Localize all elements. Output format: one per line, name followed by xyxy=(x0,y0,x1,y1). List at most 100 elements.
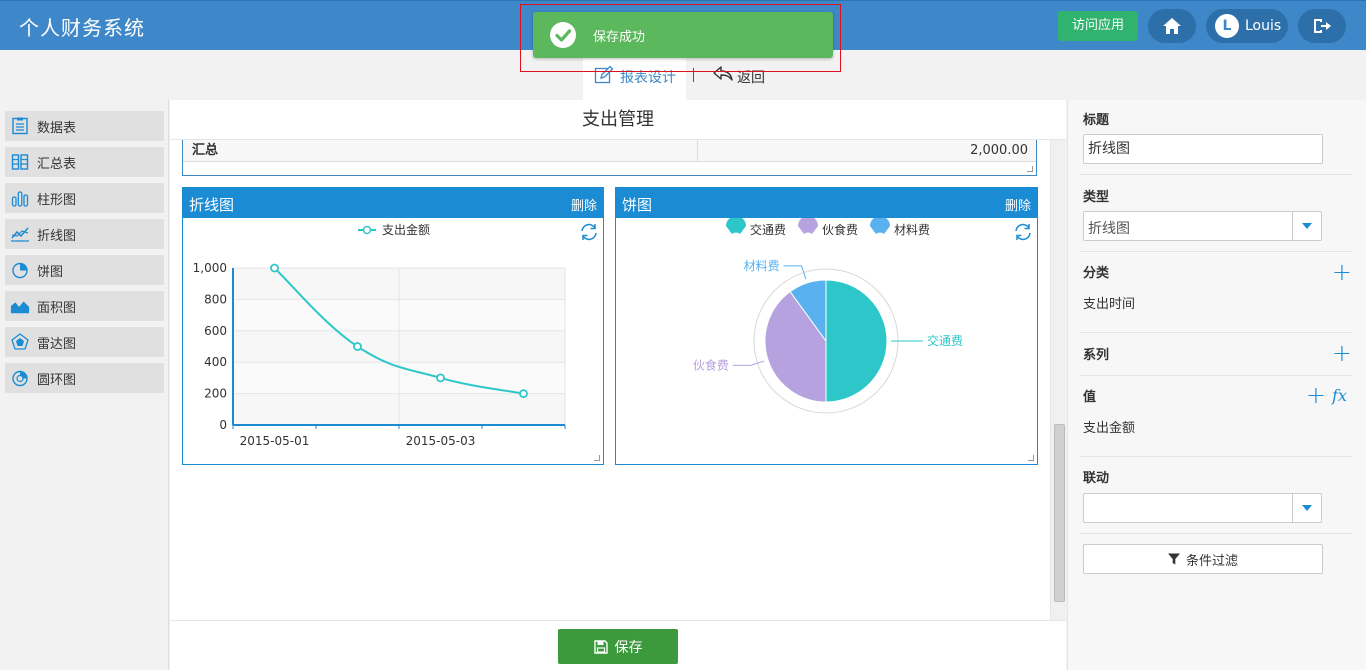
divider xyxy=(1080,375,1352,376)
y-tick-label: 1,000 xyxy=(193,261,227,275)
area-chart-icon xyxy=(10,296,30,316)
panel-header: 折线图 删除 xyxy=(183,188,603,218)
sidebar-item-bar-chart[interactable]: 柱形图 xyxy=(5,183,164,213)
add-value-plus-icon[interactable]: + xyxy=(1306,383,1326,407)
sidebar-item-pie-chart[interactable]: 饼图 xyxy=(5,255,164,285)
filter-button-label: 条件过滤 xyxy=(1185,553,1238,569)
y-tick-label: 400 xyxy=(204,355,227,369)
sidebar-item-label: 柱形图 xyxy=(37,192,77,208)
legend-label: 支出金额 xyxy=(382,222,430,237)
series-field-label: 系列 xyxy=(1083,348,1110,363)
sidebar-item-line-chart[interactable]: 折线图 xyxy=(5,219,164,249)
avatar: L xyxy=(1215,14,1239,38)
delete-button[interactable]: 删除 xyxy=(571,195,597,214)
panel-header: 饼图 删除 xyxy=(616,188,1037,218)
app-title: 个人财务系统 xyxy=(19,16,145,40)
legend-label: 伙食费 xyxy=(822,222,858,237)
panel-title: 饼图 xyxy=(622,196,653,214)
bar-chart-icon xyxy=(10,188,30,208)
data-point xyxy=(270,263,279,273)
resize-handle[interactable] xyxy=(1027,166,1033,172)
sidebar-item-label: 汇总表 xyxy=(37,156,77,172)
summary-label: 汇总 xyxy=(192,143,219,158)
resize-handle[interactable] xyxy=(1028,455,1034,461)
logout-button[interactable] xyxy=(1298,9,1346,43)
sidebar-item-radar-chart[interactable]: 雷达图 xyxy=(5,327,164,357)
legend-marker xyxy=(870,218,890,234)
resize-handle[interactable] xyxy=(594,455,600,461)
data-point xyxy=(519,389,528,399)
y-tick-label: 800 xyxy=(204,292,227,306)
type-select-value: 折线图 xyxy=(1088,221,1130,237)
legend-label: 材料费 xyxy=(894,223,930,237)
table-icon xyxy=(10,116,30,136)
radar-chart-icon xyxy=(10,332,30,352)
toast-message: 保存成功 xyxy=(593,30,646,45)
y-tick-label: 600 xyxy=(204,324,227,338)
divider xyxy=(1080,456,1352,457)
title-input[interactable]: 折线图 xyxy=(1083,134,1323,164)
sidebar-item-label: 圆环图 xyxy=(37,372,77,388)
line-chart-panel[interactable]: 折线图 删除 支出金额 0 200 400 600 800 1,000 2015-05-01 2… xyxy=(182,187,604,465)
data-point xyxy=(353,342,362,351)
sidebar-item-donut-chart[interactable]: 圆环图 xyxy=(5,363,164,393)
sidebar-item-area-chart[interactable]: 面积图 xyxy=(5,291,164,321)
type-select[interactable]: 折线图 xyxy=(1083,211,1322,241)
pie-chart: 交通费 伙食费 材料费交通费伙食费材料费 xyxy=(693,218,963,414)
visit-app-button[interactable]: 访问应用 xyxy=(1058,11,1138,41)
linkage-select[interactable] xyxy=(1083,493,1322,523)
summary-value: 2,000.00 xyxy=(970,143,1028,158)
home-button[interactable] xyxy=(1148,9,1196,43)
type-field-label: 类型 xyxy=(1083,190,1110,205)
legend-label: 交通费 xyxy=(750,222,786,237)
pie-chart-panel[interactable]: 饼图 删除 交通费 伙食费 材料费 交通费 伙食费 材料费 xyxy=(615,187,1038,465)
y-tick-label: 0 xyxy=(219,418,227,432)
sidebar-item-label: 折线图 xyxy=(37,228,77,244)
logout-icon xyxy=(1314,19,1331,33)
success-toast: 保存成功 xyxy=(533,12,833,58)
legend-marker xyxy=(726,218,746,234)
filter-icon xyxy=(1167,553,1180,565)
pie-slice xyxy=(825,279,888,403)
home-icon xyxy=(1163,18,1181,34)
slice-label: 交通费 xyxy=(927,333,963,348)
sidebar-item-label: 饼图 xyxy=(37,264,64,280)
divider xyxy=(1080,332,1352,333)
summary-table-widget[interactable]: 汇总 2,000.00 xyxy=(182,140,1037,176)
user-name: Louis xyxy=(1245,18,1282,34)
panel-title: 折线图 xyxy=(189,196,235,214)
sidebar-item-label: 雷达图 xyxy=(37,336,77,352)
sidebar-item-data-table[interactable]: 数据表 xyxy=(5,111,164,141)
add-category-plus-icon[interactable]: + xyxy=(1332,260,1352,284)
slice-label: 材料费 xyxy=(744,259,780,273)
sidebar-item-label: 面积图 xyxy=(37,300,77,316)
condition-filter-button[interactable]: 条件过滤 xyxy=(1083,544,1323,574)
line-chart: 支出金额 0 200 400 600 800 1,000 2015-05-01 2015-05-… xyxy=(193,222,566,448)
delete-button[interactable]: 删除 xyxy=(1005,195,1031,214)
data-point xyxy=(436,373,445,383)
chart-legend: 支出金额 xyxy=(358,222,430,237)
chart-type-sidebar: 数据表 汇总表 柱形图 折线图 饼图 面积图 雷达图 圆环图 xyxy=(0,100,169,670)
chevron-down-icon[interactable] xyxy=(1292,494,1321,522)
add-series-plus-icon[interactable]: + xyxy=(1332,341,1352,365)
chart-legend: 交通费 伙食费 材料费 xyxy=(726,218,930,237)
formula-fx-icon[interactable]: fx xyxy=(1332,386,1347,405)
divider xyxy=(1080,251,1352,252)
category-value: 支出时间 xyxy=(1083,297,1136,312)
title-field-label: 标题 xyxy=(1083,113,1110,128)
scroll-thumb[interactable] xyxy=(1054,424,1065,602)
category-field-label: 分类 xyxy=(1083,266,1110,281)
user-menu-button[interactable]: L Louis xyxy=(1206,9,1288,43)
check-circle-icon xyxy=(550,22,576,48)
save-bar: 保存 xyxy=(170,620,1066,670)
sidebar-item-summary-table[interactable]: 汇总表 xyxy=(5,147,164,177)
x-tick-label: 2015-05-01 xyxy=(240,434,310,448)
divider xyxy=(1080,174,1352,175)
linkage-field-label: 联动 xyxy=(1083,471,1110,486)
value-value: 支出金额 xyxy=(1083,421,1136,436)
save-button[interactable]: 保存 xyxy=(558,629,678,664)
report-canvas: 支出管理 汇总 2,000.00 折线图 删除 支出金额 0 200 400 600 80… xyxy=(170,100,1066,670)
properties-panel: 标题 折线图 类型 折线图 分类 + 支出时间 系列 + 值 + fx 支出金额… xyxy=(1067,100,1366,670)
chevron-down-icon[interactable] xyxy=(1292,212,1321,240)
vertical-scrollbar[interactable] xyxy=(1050,140,1066,620)
